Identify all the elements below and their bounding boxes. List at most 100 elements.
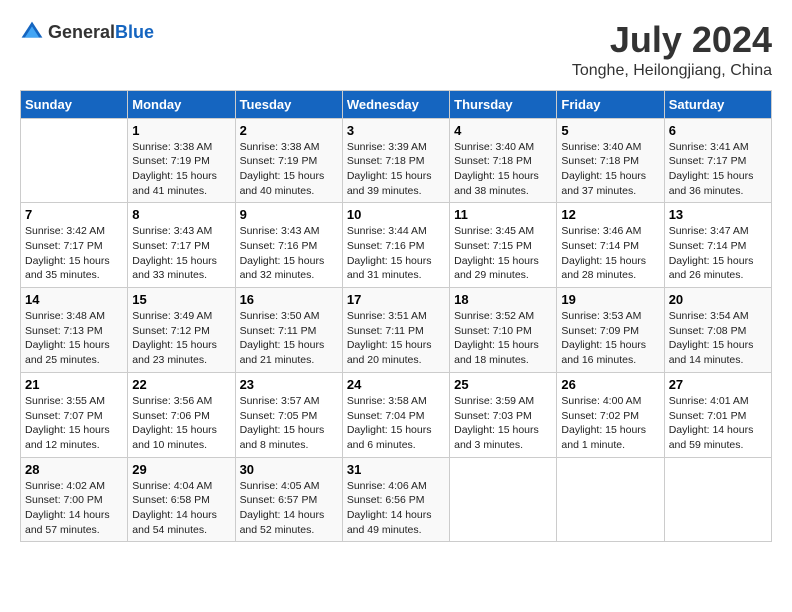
- calendar-cell: 12 Sunrise: 3:46 AM Sunset: 7:14 PM Dayli…: [557, 203, 664, 288]
- day-number: 27: [669, 377, 767, 392]
- day-number: 1: [132, 123, 230, 138]
- calendar-cell: 21 Sunrise: 3:55 AM Sunset: 7:07 PM Dayli…: [21, 372, 128, 457]
- day-info: Sunrise: 4:00 AM Sunset: 7:02 PM Dayligh…: [561, 394, 659, 453]
- day-info: Sunrise: 3:46 AM Sunset: 7:14 PM Dayligh…: [561, 224, 659, 283]
- logo: GeneralBlue: [20, 20, 154, 44]
- day-number: 26: [561, 377, 659, 392]
- calendar-cell: 23Sunrise: 3:57 AM Sunset: 7:05 PM Dayli…: [235, 372, 342, 457]
- day-info: Sunrise: 4:01 AM Sunset: 7:01 PM Dayligh…: [669, 394, 767, 453]
- day-info: Sunrise: 3:45 AM Sunset: 7:15 PM Dayligh…: [454, 224, 552, 283]
- day-info: Sunrise: 3:38 AM Sunset: 7:19 PM Dayligh…: [240, 140, 338, 199]
- calendar-cell: [557, 457, 664, 542]
- calendar-cell: 2 Sunrise: 3:38 AM Sunset: 7:19 PM Daylig…: [235, 118, 342, 203]
- calendar-cell: [21, 118, 128, 203]
- calendar-week-row: 28 Sunrise: 4:02 AM Sunset: 7:00 PM Dayli…: [21, 457, 772, 542]
- day-number: 23: [240, 377, 338, 392]
- day-info: Sunrise: 3:39 AM Sunset: 7:18 PM Dayligh…: [347, 140, 445, 199]
- calendar-cell: 5 Sunrise: 3:40 AM Sunset: 7:18 PM Daylig…: [557, 118, 664, 203]
- day-number: 24: [347, 377, 445, 392]
- calendar-cell: 24 Sunrise: 3:58 AM Sunset: 7:04 PM Dayli…: [342, 372, 449, 457]
- calendar-cell: 9 Sunrise: 3:43 AM Sunset: 7:16 PM Daylig…: [235, 203, 342, 288]
- header-saturday: Saturday: [664, 90, 771, 118]
- day-info: Sunrise: 3:50 AM Sunset: 7:11 PM Dayligh…: [240, 309, 338, 368]
- day-number: 29: [132, 462, 230, 477]
- day-number: 15: [132, 292, 230, 307]
- day-info: Sunrise: 3:43 AM Sunset: 7:17 PM Dayligh…: [132, 224, 230, 283]
- calendar-cell: 1 Sunrise: 3:38 AM Sunset: 7:19 PM Daylig…: [128, 118, 235, 203]
- day-info: Sunrise: 3:51 AM Sunset: 7:11 PM Dayligh…: [347, 309, 445, 368]
- calendar-header-row: SundayMondayTuesdayWednesdayThursdayFrid…: [21, 90, 772, 118]
- day-number: 9: [240, 207, 338, 222]
- header-friday: Friday: [557, 90, 664, 118]
- calendar-cell: 27 Sunrise: 4:01 AM Sunset: 7:01 PM Dayli…: [664, 372, 771, 457]
- location-subtitle: Tonghe, Heilongjiang, China: [572, 62, 772, 80]
- calendar-cell: 18Sunrise: 3:52 AM Sunset: 7:10 PM Dayli…: [450, 288, 557, 373]
- day-info: Sunrise: 3:54 AM Sunset: 7:08 PM Dayligh…: [669, 309, 767, 368]
- day-number: 22: [132, 377, 230, 392]
- day-info: Sunrise: 3:40 AM Sunset: 7:18 PM Dayligh…: [454, 140, 552, 199]
- day-number: 8: [132, 207, 230, 222]
- calendar-cell: 6Sunrise: 3:41 AM Sunset: 7:17 PM Daylig…: [664, 118, 771, 203]
- day-number: 14: [25, 292, 123, 307]
- day-info: Sunrise: 3:49 AM Sunset: 7:12 PM Dayligh…: [132, 309, 230, 368]
- calendar-cell: [664, 457, 771, 542]
- calendar-cell: 14 Sunrise: 3:48 AM Sunset: 7:13 PM Dayli…: [21, 288, 128, 373]
- day-info: Sunrise: 3:59 AM Sunset: 7:03 PM Dayligh…: [454, 394, 552, 453]
- day-info: Sunrise: 3:47 AM Sunset: 7:14 PM Dayligh…: [669, 224, 767, 283]
- calendar-week-row: 14 Sunrise: 3:48 AM Sunset: 7:13 PM Dayli…: [21, 288, 772, 373]
- day-number: 31: [347, 462, 445, 477]
- calendar-cell: 15 Sunrise: 3:49 AM Sunset: 7:12 PM Dayli…: [128, 288, 235, 373]
- day-info: Sunrise: 3:40 AM Sunset: 7:18 PM Dayligh…: [561, 140, 659, 199]
- day-number: 7: [25, 207, 123, 222]
- calendar-cell: 11Sunrise: 3:45 AM Sunset: 7:15 PM Dayli…: [450, 203, 557, 288]
- day-number: 21: [25, 377, 123, 392]
- day-info: Sunrise: 3:58 AM Sunset: 7:04 PM Dayligh…: [347, 394, 445, 453]
- header-monday: Monday: [128, 90, 235, 118]
- day-number: 6: [669, 123, 767, 138]
- calendar-cell: 28 Sunrise: 4:02 AM Sunset: 7:00 PM Dayli…: [21, 457, 128, 542]
- day-number: 5: [561, 123, 659, 138]
- calendar-cell: 7Sunrise: 3:42 AM Sunset: 7:17 PM Daylig…: [21, 203, 128, 288]
- header-wednesday: Wednesday: [342, 90, 449, 118]
- calendar-cell: 25 Sunrise: 3:59 AM Sunset: 7:03 PM Dayli…: [450, 372, 557, 457]
- calendar-cell: 20 Sunrise: 3:54 AM Sunset: 7:08 PM Dayli…: [664, 288, 771, 373]
- day-number: 25: [454, 377, 552, 392]
- header-sunday: Sunday: [21, 90, 128, 118]
- calendar-cell: 30Sunrise: 4:05 AM Sunset: 6:57 PM Dayli…: [235, 457, 342, 542]
- day-info: Sunrise: 4:02 AM Sunset: 7:00 PM Dayligh…: [25, 479, 123, 538]
- day-number: 13: [669, 207, 767, 222]
- logo-text-blue: Blue: [115, 22, 154, 42]
- page-header: GeneralBlue July 2024 Tonghe, Heilongjia…: [20, 20, 772, 80]
- calendar-cell: 13 Sunrise: 3:47 AM Sunset: 7:14 PM Dayli…: [664, 203, 771, 288]
- day-info: Sunrise: 3:38 AM Sunset: 7:19 PM Dayligh…: [132, 140, 230, 199]
- day-info: Sunrise: 3:52 AM Sunset: 7:10 PM Dayligh…: [454, 309, 552, 368]
- calendar-cell: 31Sunrise: 4:06 AM Sunset: 6:56 PM Dayli…: [342, 457, 449, 542]
- day-number: 19: [561, 292, 659, 307]
- day-number: 12: [561, 207, 659, 222]
- calendar-week-row: 7Sunrise: 3:42 AM Sunset: 7:17 PM Daylig…: [21, 203, 772, 288]
- day-number: 2: [240, 123, 338, 138]
- day-number: 20: [669, 292, 767, 307]
- day-info: Sunrise: 4:04 AM Sunset: 6:58 PM Dayligh…: [132, 479, 230, 538]
- day-info: Sunrise: 3:48 AM Sunset: 7:13 PM Dayligh…: [25, 309, 123, 368]
- calendar-cell: 29 Sunrise: 4:04 AM Sunset: 6:58 PM Dayli…: [128, 457, 235, 542]
- calendar-cell: 3 Sunrise: 3:39 AM Sunset: 7:18 PM Daylig…: [342, 118, 449, 203]
- day-number: 3: [347, 123, 445, 138]
- day-info: Sunrise: 3:44 AM Sunset: 7:16 PM Dayligh…: [347, 224, 445, 283]
- calendar-week-row: 1 Sunrise: 3:38 AM Sunset: 7:19 PM Daylig…: [21, 118, 772, 203]
- day-number: 10: [347, 207, 445, 222]
- title-area: July 2024 Tonghe, Heilongjiang, China: [572, 20, 772, 80]
- calendar-cell: 10 Sunrise: 3:44 AM Sunset: 7:16 PM Dayli…: [342, 203, 449, 288]
- day-info: Sunrise: 3:55 AM Sunset: 7:07 PM Dayligh…: [25, 394, 123, 453]
- calendar-cell: 8 Sunrise: 3:43 AM Sunset: 7:17 PM Daylig…: [128, 203, 235, 288]
- day-number: 17: [347, 292, 445, 307]
- calendar-cell: 17 Sunrise: 3:51 AM Sunset: 7:11 PM Dayli…: [342, 288, 449, 373]
- calendar-cell: 4Sunrise: 3:40 AM Sunset: 7:18 PM Daylig…: [450, 118, 557, 203]
- day-number: 28: [25, 462, 123, 477]
- calendar-cell: 22 Sunrise: 3:56 AM Sunset: 7:06 PM Dayli…: [128, 372, 235, 457]
- day-info: Sunrise: 3:53 AM Sunset: 7:09 PM Dayligh…: [561, 309, 659, 368]
- month-year-title: July 2024: [572, 20, 772, 60]
- logo-text-general: General: [48, 22, 115, 42]
- day-info: Sunrise: 3:43 AM Sunset: 7:16 PM Dayligh…: [240, 224, 338, 283]
- day-info: Sunrise: 3:56 AM Sunset: 7:06 PM Dayligh…: [132, 394, 230, 453]
